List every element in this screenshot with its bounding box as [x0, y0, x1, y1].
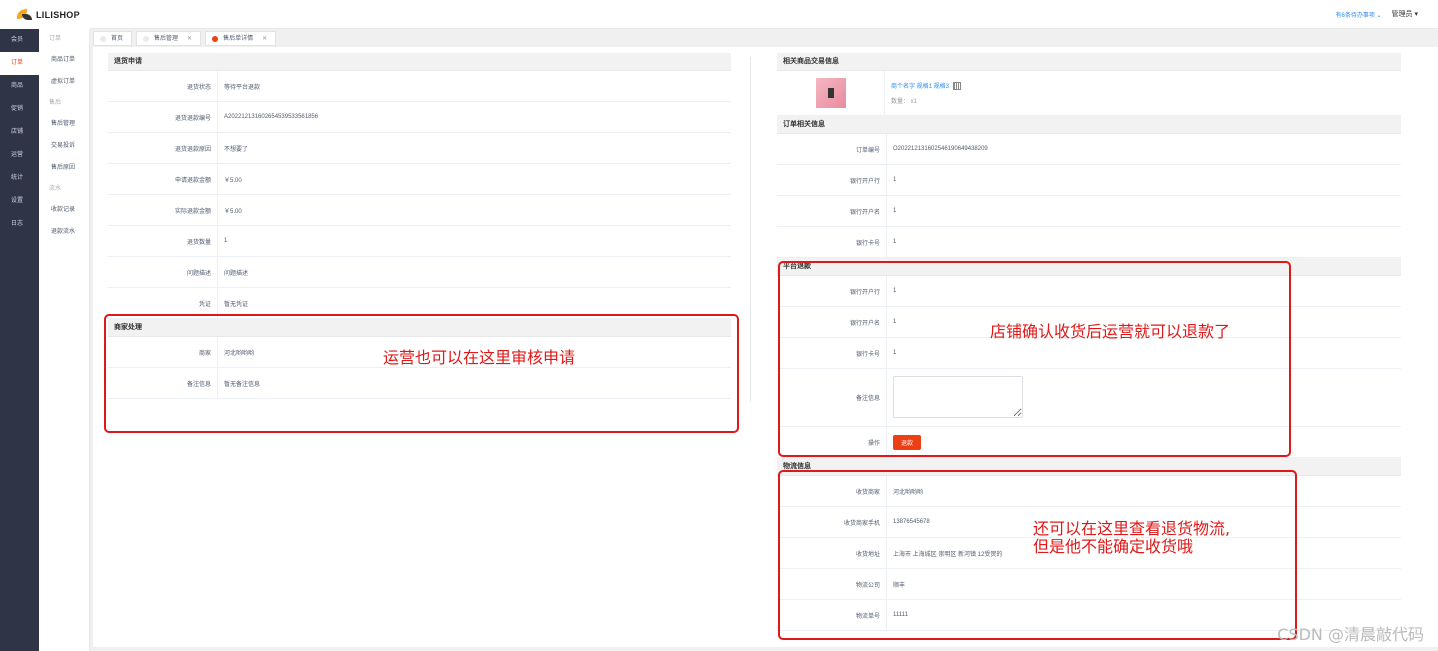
sidebar-item-settings[interactable]: 设置 — [0, 190, 39, 213]
sidebar-item-promotion[interactable]: 促销 — [0, 98, 39, 121]
subnav-item-receipt[interactable]: 收款记录 — [39, 199, 89, 221]
tab-label: 售后单详情 — [223, 35, 254, 42]
tab-dot-icon — [212, 35, 219, 42]
row-value: 1 — [893, 208, 897, 214]
detail-row: 订单编号 O202212131602546190649438209 — [777, 134, 1401, 165]
product-name-link[interactable]: 商个名字 规格1 规格3 — [891, 81, 949, 90]
tab-home[interactable]: 首页 — [93, 31, 133, 46]
brand-name: LILISHOP — [36, 9, 80, 20]
row-value: 1 — [224, 238, 228, 244]
row-value: 等待平台退款 — [224, 84, 261, 91]
close-icon[interactable]: ✕ — [262, 32, 267, 46]
todo-link[interactable]: 有6条待办事项 ⌄ — [1335, 10, 1381, 19]
tab-aftersale[interactable]: 售后管理 ✕ — [136, 31, 202, 46]
detail-row: 退货退款原因 不想要了 — [108, 133, 731, 164]
row-label: 退货数量 — [108, 226, 218, 256]
logo-icon — [16, 8, 34, 22]
row-label: 退货状态 — [108, 71, 218, 101]
row-label: 申请退款金额 — [108, 164, 218, 194]
tab-dot-icon — [100, 35, 106, 42]
subnav-item-goods-order[interactable]: 商品订单 — [39, 49, 89, 71]
watermark: CSDN @清晨敲代码 — [1277, 625, 1424, 644]
row-label: 实际退款金额 — [108, 195, 218, 225]
row-value: 1 — [893, 177, 897, 183]
close-icon[interactable]: ✕ — [187, 32, 192, 46]
tab-label: 售后管理 — [154, 35, 179, 42]
sidebar-item-goods[interactable]: 商品 — [0, 75, 39, 98]
annotation-box-platform — [778, 261, 1291, 457]
user-menu[interactable]: 管理员 ▾ — [1392, 9, 1418, 19]
row-label: 银行开户名 — [777, 196, 887, 226]
row-label: 退货退款编号 — [108, 102, 218, 132]
refund-apply-title: 退货申请 — [108, 53, 731, 71]
main-sidebar: 会员 订单 商品 促销 店铺 运营 统计 设置 日志 — [0, 29, 39, 651]
detail-row: 退货数量 1 — [108, 226, 731, 257]
tab-label: 首页 — [111, 35, 124, 42]
row-value: 不想要了 — [224, 146, 249, 153]
row-value: 暂无凭证 — [224, 301, 249, 308]
sidebar-item-order[interactable]: 订单 — [0, 52, 39, 75]
annotation-text-logistics-1: 还可以在这里查看退货物流, — [1033, 519, 1231, 538]
logo[interactable]: LILISHOP — [0, 0, 90, 29]
subnav-group-aftersale: 售后 — [49, 100, 62, 106]
page-tabs: 首页 售后管理 ✕ 售后单详情 ✕ — [93, 31, 277, 46]
goods-row: 商个名字 规格1 规格3 数量： x1 — [777, 71, 1401, 116]
detail-row: 实际退款金额 ￥5.00 — [108, 195, 731, 226]
row-value: O202212131602546190649438209 — [893, 146, 988, 152]
detail-row: 银行卡号 1 — [777, 227, 1401, 258]
annotation-text-merchant: 运营也可以在这里审核申请 — [383, 348, 576, 367]
row-value: ￥5.00 — [224, 208, 242, 215]
row-value: 1 — [893, 239, 897, 245]
subnav-item-virtual-order[interactable]: 虚拟订单 — [39, 71, 89, 93]
sidebar-item-statistics[interactable]: 统计 — [0, 167, 39, 190]
row-value: 问题描述 — [224, 270, 249, 277]
detail-row: 银行开户行 1 — [777, 165, 1401, 196]
subnav-group-flow: 流水 — [49, 186, 62, 192]
subnav-item-aftersale-manage[interactable]: 售后管理 — [39, 113, 89, 135]
subnav-group-order: 订单 — [49, 36, 62, 42]
annotation-box-merchant — [104, 314, 739, 433]
sidebar-item-log[interactable]: 日志 — [0, 213, 39, 236]
order-info-title: 订单相关信息 — [777, 116, 1401, 134]
subnav-item-aftersale-reason[interactable]: 售后原因 — [39, 157, 89, 179]
product-quantity: 数量： x1 — [891, 99, 918, 105]
subnav-item-complaint[interactable]: 交易投诉 — [39, 135, 89, 157]
subnav-item-refund-flow[interactable]: 退款流水 — [39, 221, 89, 243]
row-label: 退货退款原因 — [108, 133, 218, 163]
sidebar-item-operation[interactable]: 运营 — [0, 144, 39, 167]
sidebar-item-member[interactable]: 会员 — [0, 29, 39, 52]
tab-dot-icon — [143, 35, 150, 42]
detail-row: 问题描述 问题描述 — [108, 257, 731, 288]
annotation-text-platform: 店铺确认收货后运营就可以退款了 — [990, 322, 1231, 341]
annotation-text-logistics-2: 但是他不能确定收货哦 — [1033, 537, 1194, 556]
detail-row: 退货退款编号 A202212131602654539533561856 — [108, 102, 731, 133]
detail-row: 退货状态 等待平台退款 — [108, 71, 731, 102]
column-divider — [750, 57, 751, 402]
top-bar: LILISHOP 有6条待办事项 ⌄ 管理员 ▾ — [0, 0, 1438, 29]
product-thumbnail[interactable] — [815, 78, 846, 108]
row-value: ￥5.00 — [224, 177, 242, 184]
tab-aftersale-detail[interactable]: 售后单详情 ✕ — [205, 31, 277, 46]
detail-row: 申请退款金额 ￥5.00 — [108, 164, 731, 195]
row-label: 订单编号 — [777, 134, 887, 164]
row-label: 银行开户行 — [777, 165, 887, 195]
row-value: A202212131602654539533561856 — [224, 114, 319, 120]
sidebar-item-store[interactable]: 店铺 — [0, 121, 39, 144]
qrcode-icon[interactable] — [953, 81, 962, 90]
detail-row: 银行开户名 1 — [777, 196, 1401, 227]
row-label: 银行卡号 — [777, 227, 887, 257]
sub-navigation: 订单 商品订单 虚拟订单 售后 售后管理 交易投诉 售后原因 流水 收款记录 退… — [39, 29, 90, 651]
row-label: 问题描述 — [108, 257, 218, 287]
goods-info-title: 相关商品交易信息 — [777, 53, 1401, 71]
